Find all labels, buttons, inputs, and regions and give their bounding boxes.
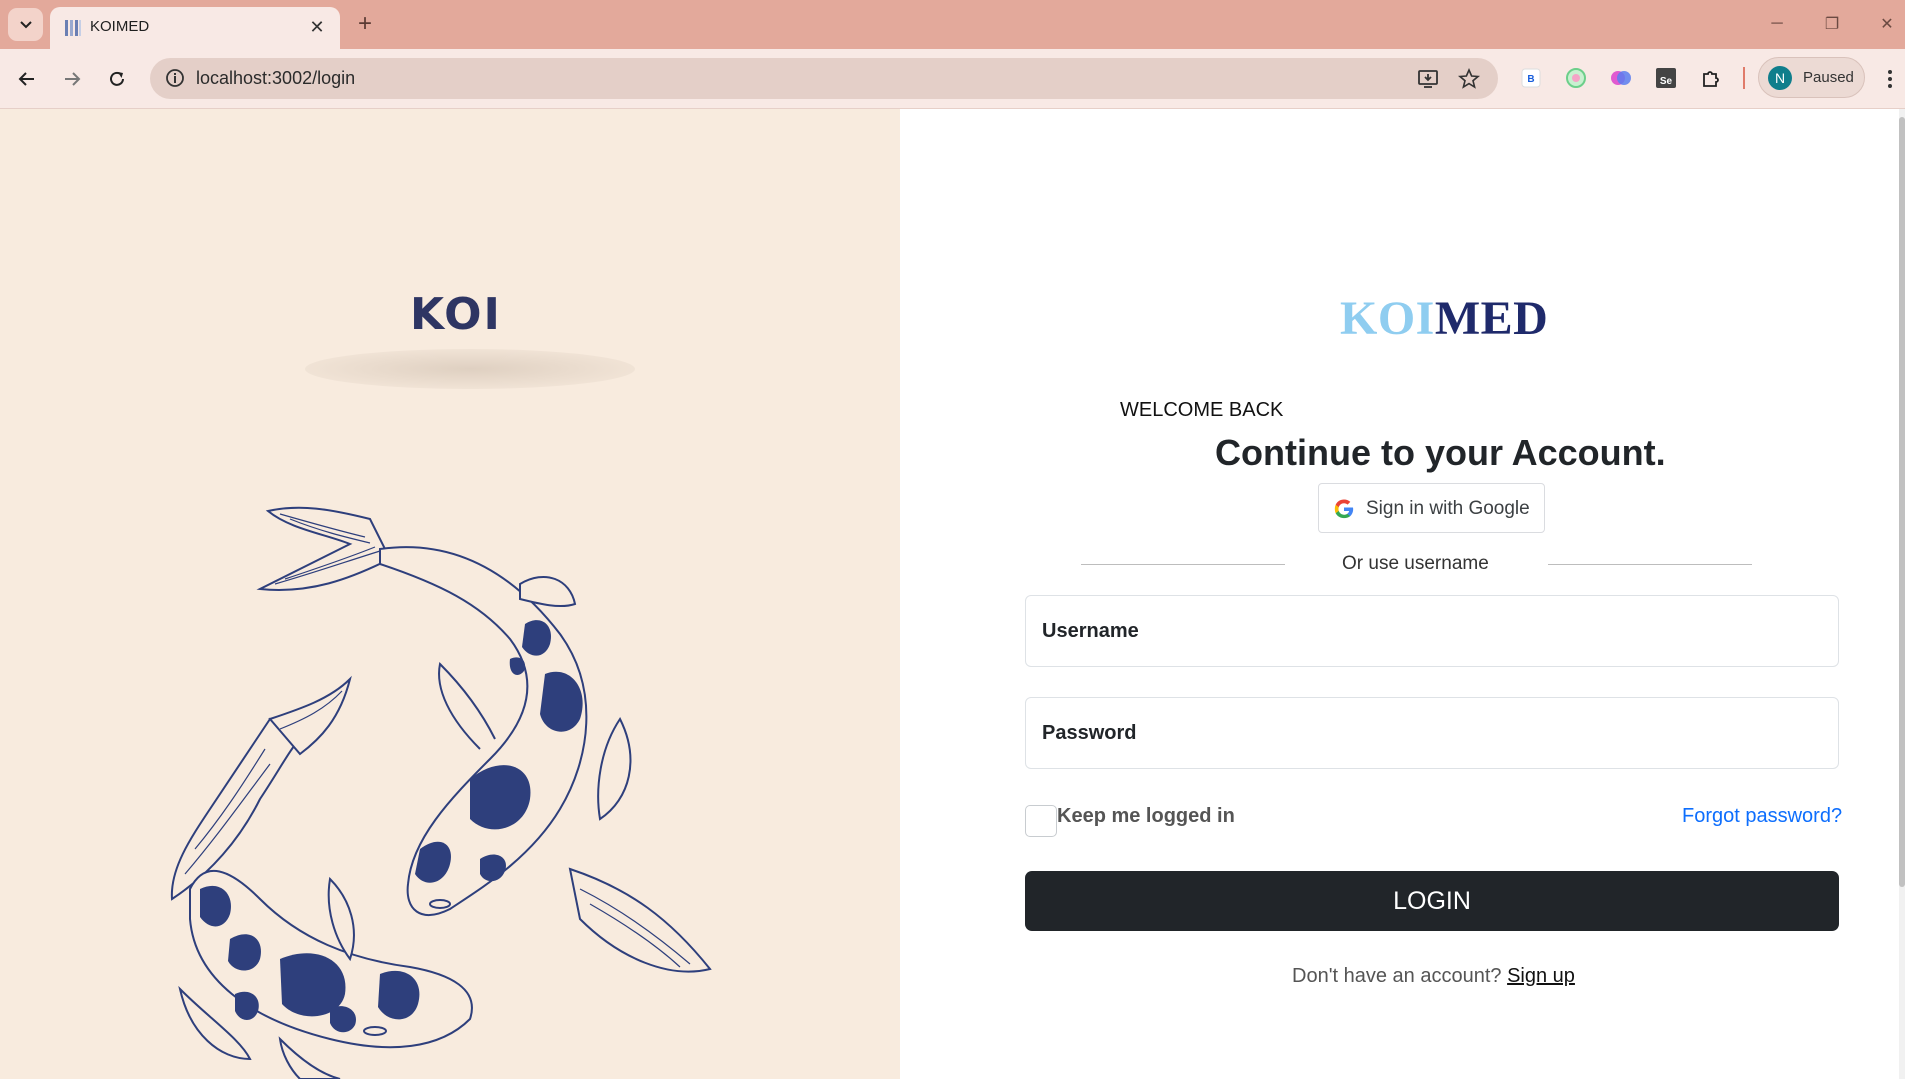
divider-text: Or use username <box>1342 553 1489 574</box>
divider-right <box>1548 564 1752 565</box>
remember-label[interactable]: Keep me logged in <box>1057 805 1235 828</box>
google-signin-label: Sign in with Google <box>1366 498 1530 519</box>
remember-checkbox[interactable] <box>1025 805 1057 837</box>
signup-row: Don't have an account? Sign up <box>1292 965 1575 988</box>
logo-shadow <box>305 349 635 389</box>
minimize-button[interactable]: ─ <box>1755 8 1799 40</box>
signup-prompt: Don't have an account? <box>1292 965 1502 987</box>
address-bar[interactable]: localhost:3002/login <box>150 58 1498 99</box>
url-text: localhost:3002/login <box>196 68 356 88</box>
arrow-left-icon <box>18 72 34 86</box>
bitwarden-icon[interactable]: B <box>1517 64 1545 92</box>
favicon-icon <box>65 20 81 36</box>
new-tab-button[interactable]: + <box>350 9 380 39</box>
forward-button[interactable] <box>54 61 90 97</box>
brand-logo: KOIMED <box>1340 291 1548 346</box>
koi-fish-illustration <box>170 506 712 1079</box>
google-icon <box>1334 499 1354 519</box>
puzzle-icon[interactable] <box>1697 64 1725 92</box>
koi-logo: KOI <box>410 289 502 340</box>
google-signin-button[interactable]: Sign in with Google <box>1318 483 1545 533</box>
close-tab-icon[interactable]: ✕ <box>304 14 330 40</box>
reload-icon <box>110 71 124 86</box>
scrollbar-thumb[interactable] <box>1899 117 1905 887</box>
arrow-right-icon <box>65 72 81 86</box>
login-page: KOI KOIMED WELCOME BACK Continue to your… <box>0 109 1905 1079</box>
username-input[interactable]: Username <box>1025 595 1839 667</box>
restore-button[interactable]: ❐ <box>1810 8 1854 40</box>
password-placeholder: Password <box>1042 722 1137 744</box>
divider-left <box>1081 564 1285 565</box>
tab-strip: KOIMED ✕ + ─ ❐ ✕ <box>0 0 1905 49</box>
reload-button[interactable] <box>99 61 135 97</box>
browser-toolbar: localhost:3002/login B Se N Paused <box>0 49 1905 109</box>
site-info-icon[interactable] <box>164 67 186 89</box>
tab-title: KOIMED <box>90 18 150 35</box>
bookmark-star-icon[interactable] <box>1457 67 1481 91</box>
username-placeholder: Username <box>1042 620 1139 642</box>
selenium-icon[interactable]: Se <box>1652 64 1680 92</box>
circle-extension-icon[interactable] <box>1562 64 1590 92</box>
login-panel <box>900 109 1905 1079</box>
profile-status: Paused <box>1803 69 1854 86</box>
upper-koi-fish <box>256 506 712 973</box>
close-window-button[interactable]: ✕ <box>1865 8 1905 40</box>
welcome-text: WELCOME BACK <box>1120 399 1284 421</box>
brand-part-med: MED <box>1434 292 1549 345</box>
profile-button[interactable]: N Paused <box>1758 57 1865 98</box>
brain-extension-icon[interactable] <box>1607 64 1635 92</box>
more-menu-icon[interactable] <box>1880 65 1900 93</box>
password-input[interactable]: Password <box>1025 697 1839 769</box>
chevron-down-icon <box>19 20 32 28</box>
brand-part-koi: KOI <box>1340 292 1435 345</box>
svg-text:B: B <box>1527 74 1534 85</box>
tab-search-button[interactable] <box>8 8 43 41</box>
svg-text:Se: Se <box>1660 76 1673 87</box>
forgot-password-link[interactable]: Forgot password? <box>1682 805 1842 828</box>
active-tab[interactable]: KOIMED ✕ <box>50 7 340 49</box>
install-app-icon[interactable] <box>1416 67 1440 91</box>
profile-avatar: N <box>1768 66 1792 90</box>
signup-link[interactable]: Sign up <box>1507 965 1575 987</box>
page-scrollbar[interactable] <box>1899 109 1905 1079</box>
page-title: Continue to your Account. <box>1215 432 1666 473</box>
back-button[interactable] <box>9 61 45 97</box>
illustration-panel: KOI <box>0 109 900 1079</box>
toolbar-separator <box>1743 67 1745 89</box>
login-button[interactable]: LOGIN <box>1025 871 1839 931</box>
